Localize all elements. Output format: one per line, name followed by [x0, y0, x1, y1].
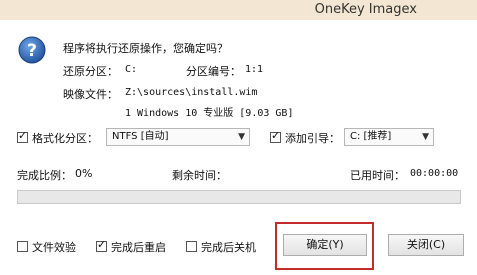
complete-ratio-value: 0% — [75, 167, 93, 180]
filesystem-select[interactable]: NTFS [自动] ▼ — [106, 128, 250, 146]
remaining-time-label: 剩余时间： — [172, 169, 227, 182]
image-file-value: Z:\sources\install.wim — [125, 87, 258, 98]
format-partition-checkbox[interactable]: ✓ — [17, 129, 28, 143]
image-file-label: 映像文件： — [63, 88, 118, 101]
onekey-imagex-dialog: OneKey Imagex ? 程序将执行还原操作，您确定吗？ 还原分区： C:… — [0, 0, 477, 275]
svg-text:?: ? — [27, 41, 37, 61]
elapsed-time-label: 已用时间： — [350, 169, 405, 182]
check-icon: ✓ — [271, 129, 281, 142]
restart-after-checkbox[interactable]: ✓ — [96, 238, 107, 252]
question-icon: ? — [18, 36, 46, 64]
shutdown-after-checkbox[interactable] — [186, 241, 197, 252]
boot-partition-select[interactable]: C: [推荐] ▼ — [344, 128, 434, 146]
add-boot-checkbox[interactable]: ✓ — [270, 129, 281, 143]
window-title: OneKey Imagex — [314, 2, 417, 17]
complete-ratio-label: 完成比例： — [17, 169, 72, 182]
ok-button[interactable]: 确定(Y) — [283, 234, 367, 256]
image-entry: 1 Windows 10 专业版 [9.03 GB] — [125, 108, 294, 119]
restore-partition-value: C: — [125, 64, 138, 75]
close-button[interactable]: 关闭(C) — [388, 234, 464, 256]
file-verify-checkbox[interactable] — [17, 241, 28, 252]
chevron-down-icon: ▼ — [422, 132, 429, 142]
filesystem-select-value: NTFS [自动] — [112, 131, 169, 142]
confirm-question: 程序将执行还原操作，您确定吗？ — [63, 42, 228, 55]
add-boot-label: 添加引导： — [285, 132, 340, 145]
title-bar[interactable]: OneKey Imagex — [0, 0, 477, 20]
chevron-down-icon: ▼ — [238, 132, 245, 142]
format-partition-label: 格式化分区： — [32, 132, 98, 145]
file-verify-label: 文件效验 — [32, 241, 76, 254]
shutdown-after-label: 完成后关机 — [201, 241, 256, 254]
partition-number-label: 分区编号： — [186, 65, 241, 78]
check-icon: ✓ — [97, 238, 107, 251]
restart-after-label: 完成后重启 — [111, 241, 166, 254]
elapsed-time-value: 00:00:00 — [410, 168, 459, 179]
progress-bar — [17, 190, 461, 204]
boot-select-value: C: [推荐] — [350, 131, 392, 142]
partition-number-value: 1:1 — [245, 64, 264, 75]
check-icon: ✓ — [18, 129, 28, 142]
restore-partition-label: 还原分区： — [63, 65, 118, 78]
